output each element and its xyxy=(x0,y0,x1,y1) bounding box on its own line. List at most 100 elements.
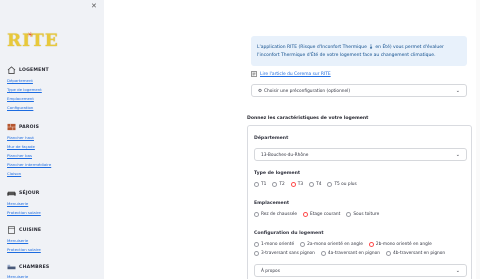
apropos-label: À propos xyxy=(261,268,280,274)
radio-dot[interactable] xyxy=(254,242,259,247)
type-logement-label: Type de logement xyxy=(254,171,301,176)
radio-t1[interactable]: T1 xyxy=(254,182,266,187)
emplacement-label: Emplacement xyxy=(254,201,290,206)
gear-icon: ⚙ xyxy=(258,88,263,94)
radio-1-mono[interactable]: 1-mono orienté xyxy=(254,242,294,247)
radio-label: 2b-mono orienté en angle xyxy=(375,242,432,247)
radio-label: Sous toiture xyxy=(353,212,380,217)
section-label: CHAMBRES xyxy=(19,264,50,270)
link-type-logement[interactable]: Type de logement xyxy=(7,87,42,92)
link-plancher-intermediaire[interactable]: Plancher intermédiaire xyxy=(7,162,51,167)
type-logement-radios: T1 T2 T3 T4 T5 ou plus xyxy=(254,182,357,187)
radio-dot[interactable] xyxy=(254,182,259,187)
radio-dot[interactable] xyxy=(254,251,259,256)
house-icon xyxy=(7,66,16,74)
article-link[interactable]: Lire l'article du Cerema sur RITE xyxy=(251,71,331,77)
section-cuisine: CUISINE xyxy=(7,226,41,234)
preconfig-select[interactable]: ⚙ Choisir une préconfiguration (optionne… xyxy=(251,84,467,97)
link-chambres-menuiserie[interactable]: Menuiserie xyxy=(7,274,28,279)
radio-label: 4a-traversant en pignon xyxy=(327,251,380,256)
radio-dot[interactable] xyxy=(346,212,352,217)
radio-label: T2 xyxy=(279,182,285,187)
scrollbar[interactable] xyxy=(476,0,480,279)
departement-value: 13-Bouches-du-Rhône xyxy=(261,152,309,158)
sofa-icon xyxy=(7,191,16,196)
link-plancher-bas[interactable]: Plancher bas xyxy=(7,153,32,158)
article-link-text[interactable]: Lire l'article du Cerema sur RITE xyxy=(260,72,331,77)
radio-4a-traversant[interactable]: 4a-traversant en pignon xyxy=(320,251,380,256)
section-label: LOGEMENT xyxy=(19,67,49,73)
radio-dot-selected[interactable] xyxy=(303,212,309,217)
radio-label: 2a-mono orienté en angle xyxy=(307,242,363,247)
link-sejour-menuiserie[interactable]: Menuiserie xyxy=(7,201,28,206)
radio-label: T5 ou plus xyxy=(334,182,357,187)
radio-etage-courant[interactable]: Etage courant xyxy=(303,212,340,217)
radio-label: Rez de chaussée xyxy=(261,212,298,217)
radio-dot[interactable] xyxy=(272,182,278,187)
radio-dot-selected[interactable] xyxy=(290,182,296,187)
section-chambres: CHAMBRES xyxy=(7,263,49,271)
departement-label: Département xyxy=(254,136,289,141)
bed-icon xyxy=(7,264,16,270)
radio-sous-toiture[interactable]: Sous toiture xyxy=(346,212,379,217)
link-cuisine-menuiserie[interactable]: Menuiserie xyxy=(7,238,28,243)
radio-4b-traversant[interactable]: 4b-traversant en pignon xyxy=(385,251,446,256)
radio-dot-selected[interactable] xyxy=(368,242,374,247)
departement-select[interactable]: 13-Bouches-du-Rhône ⌄ xyxy=(254,148,467,161)
radio-dot[interactable] xyxy=(385,251,391,256)
close-icon[interactable]: ✕ xyxy=(91,3,97,10)
section-title: Donnez les caractéristiques de votre log… xyxy=(247,116,369,121)
section-logement: LOGEMENT xyxy=(7,66,49,74)
apropos-expander[interactable]: À propos ⌄ xyxy=(254,264,467,277)
radio-dot[interactable] xyxy=(327,182,333,187)
link-configuration[interactable]: Configuration xyxy=(7,105,33,110)
radio-label: Etage courant xyxy=(310,212,341,217)
configuration-radios-row2: 3-traversant sans pignon 4a-traversant e… xyxy=(254,251,445,256)
radio-3-traversant[interactable]: 3-traversant sans pignon xyxy=(254,251,315,256)
radio-label: 1-mono orienté xyxy=(261,242,295,247)
link-cuisine-protection[interactable]: Protection solaire xyxy=(7,247,41,252)
link-cloison[interactable]: Cloison xyxy=(7,171,21,176)
sun-icon: ☀ xyxy=(27,31,34,39)
chevron-down-icon: ⌄ xyxy=(455,152,460,158)
sidebar: ✕ RITE ☀ LOGEMENT Département Type de lo… xyxy=(0,0,104,279)
radio-t2[interactable]: T2 xyxy=(272,182,285,187)
link-departement[interactable]: Département xyxy=(7,78,33,83)
section-parois: PAROIS xyxy=(7,123,39,131)
radio-label: T3 xyxy=(297,182,304,187)
document-icon xyxy=(251,71,257,77)
radio-dot[interactable] xyxy=(309,182,315,187)
configuration-label: Configuration du logement xyxy=(254,231,324,236)
link-mur-facade[interactable]: Mur de façade xyxy=(7,144,35,149)
radio-dot[interactable] xyxy=(320,251,326,256)
link-sejour-protection[interactable]: Protection solaire xyxy=(7,210,41,215)
preconfig-placeholder: Choisir une préconfiguration (optionnel) xyxy=(264,88,351,94)
radio-dot[interactable] xyxy=(300,242,306,247)
info-text: L'application RITE (Risque d'Inconfort T… xyxy=(257,45,444,58)
link-emplacement[interactable]: Emplacement xyxy=(7,96,34,101)
section-label: SÉJOUR xyxy=(19,190,40,196)
link-plancher-haut[interactable]: Plancher haut xyxy=(7,135,34,140)
section-label: CUISINE xyxy=(19,227,42,233)
radio-rez-de-chaussee[interactable]: Rez de chaussée xyxy=(254,212,297,217)
section-sejour: SÉJOUR xyxy=(7,189,40,197)
emplacement-radios: Rez de chaussée Etage courant Sous toitu… xyxy=(254,212,379,217)
chevron-down-icon: ⌄ xyxy=(455,268,460,274)
info-box: L'application RITE (Risque d'Inconfort T… xyxy=(251,36,467,66)
radio-2b-mono-angle[interactable]: 2b-mono orienté en angle xyxy=(368,242,432,247)
cooker-icon xyxy=(8,226,15,234)
radio-label: T1 xyxy=(261,182,267,187)
chevron-down-icon: ⌄ xyxy=(455,88,460,94)
rite-logo: RITE ☀ xyxy=(7,30,58,52)
radio-t4[interactable]: T4 xyxy=(309,182,321,187)
radio-t5[interactable]: T5 ou plus xyxy=(327,182,357,187)
radio-t3[interactable]: T3 xyxy=(290,182,304,187)
configuration-radios-row1: 1-mono orienté 2a-mono orienté en angle … xyxy=(254,242,432,247)
radio-dot[interactable] xyxy=(254,212,259,217)
radio-label: T4 xyxy=(316,182,322,187)
section-label: PAROIS xyxy=(19,124,40,130)
bricks-icon xyxy=(7,123,16,131)
radio-label: 3-traversant sans pignon xyxy=(261,251,315,256)
radio-2a-mono-angle[interactable]: 2a-mono orienté en angle xyxy=(300,242,363,247)
radio-label: 4b-traversant en pignon xyxy=(392,251,446,256)
